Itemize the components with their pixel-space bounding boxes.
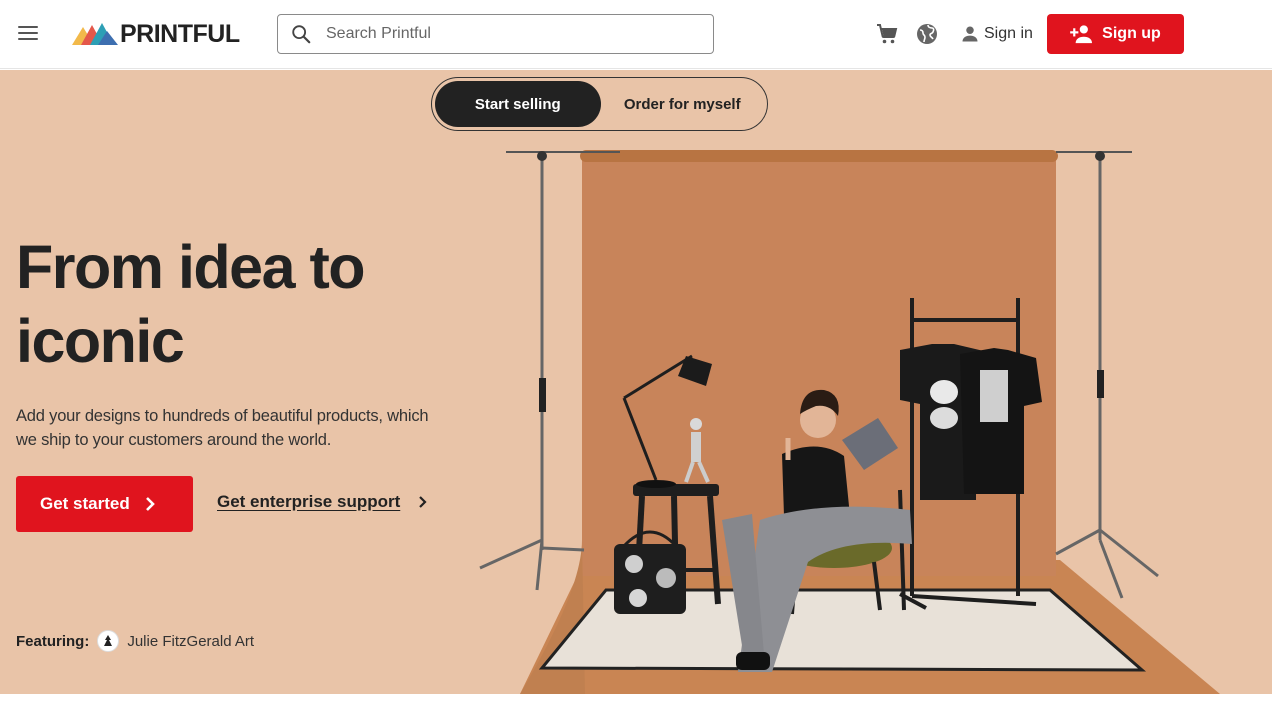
featuring-credit: Featuring: Julie FitzGerald Art <box>16 630 254 652</box>
featuring-label: Featuring: <box>16 632 90 650</box>
get-started-button[interactable]: Get started <box>16 476 193 532</box>
person-icon <box>962 26 978 42</box>
artist-logo-icon <box>104 635 113 646</box>
cart-icon[interactable] <box>875 22 899 46</box>
search-input[interactable] <box>326 25 686 43</box>
signin-label: Sign in <box>984 25 1033 42</box>
featuring-artist-name[interactable]: Julie FitzGerald Art <box>127 633 254 650</box>
search-bar[interactable] <box>277 14 714 54</box>
page-below-hero <box>0 694 1272 703</box>
enterprise-support-link[interactable]: Get enterprise support <box>217 492 428 512</box>
signup-label: Sign up <box>1102 25 1161 42</box>
printful-logo[interactable]: PRINTFUL <box>72 20 240 48</box>
top-navbar: PRINTFUL Sign in Sign up <box>0 0 1272 69</box>
hero-photo-studio <box>479 150 1220 694</box>
logo-mark-icon <box>72 23 118 45</box>
get-started-label: Get started <box>40 494 130 513</box>
enterprise-support-label: Get enterprise support <box>217 492 401 511</box>
search-icon <box>292 25 311 44</box>
audience-toggle: Start selling Order for myself <box>431 77 768 131</box>
add-person-icon <box>1070 25 1093 44</box>
order-for-myself-tab[interactable]: Order for myself <box>601 81 765 127</box>
globe-icon[interactable] <box>915 22 939 46</box>
chevron-right-icon <box>145 497 155 511</box>
hero-section: Start selling Order for myself From idea… <box>0 70 1272 694</box>
start-selling-tab[interactable]: Start selling <box>435 81 601 127</box>
menu-icon[interactable] <box>18 26 38 42</box>
chevron-right-icon <box>419 496 427 508</box>
headline-line-2: iconic <box>16 307 185 375</box>
signin-link[interactable]: Sign in <box>960 22 1033 46</box>
hero-headline: From idea to iconic <box>16 230 436 378</box>
artist-avatar <box>97 630 120 652</box>
logo-text: PRINTFUL <box>120 19 240 48</box>
signup-button[interactable]: Sign up <box>1047 14 1184 54</box>
headline-line-1: From idea to <box>16 233 366 301</box>
hero-subtitle: Add your designs to hundreds of beautifu… <box>16 407 429 449</box>
